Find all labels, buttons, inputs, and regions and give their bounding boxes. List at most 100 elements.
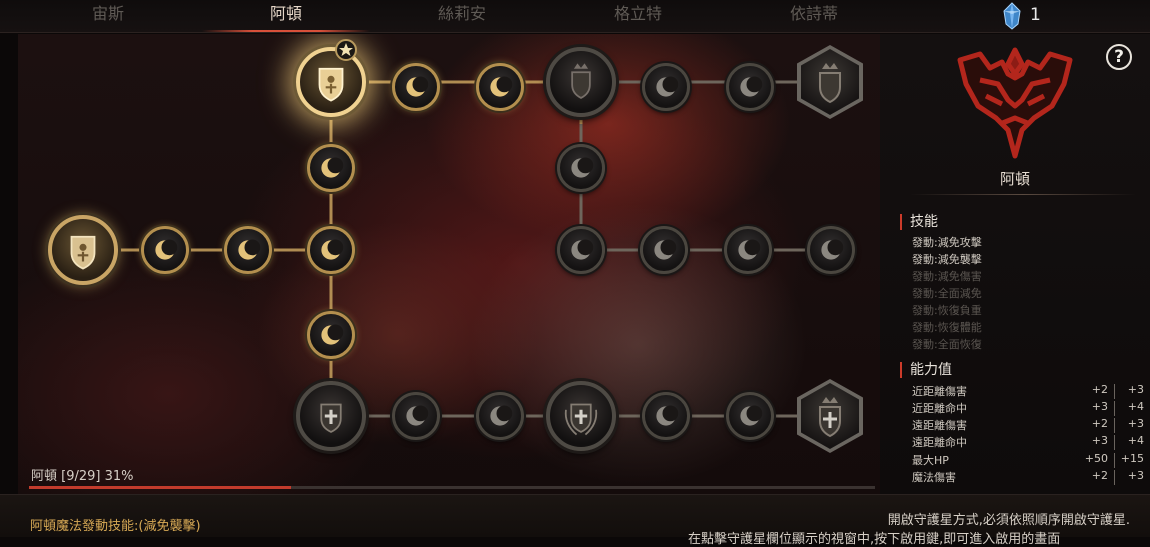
crescent-moon-icon (321, 239, 344, 260)
star-badge-icon (335, 39, 357, 61)
skill-item: 發動:全面減免 (912, 287, 982, 300)
crescent-moon-icon (406, 76, 429, 97)
stat-current: +2 (1091, 383, 1108, 396)
stat-current: +3 (1091, 434, 1108, 447)
stat-separator (1114, 453, 1115, 468)
stat-next: +15 (1120, 452, 1144, 465)
bottom-bar: 阿頓魔法發動技能:(減免襲擊) 開啟守護星方式,必須依照順序開啟守護星. 在點擊… (0, 494, 1150, 547)
stat-next: +3 (1127, 417, 1144, 430)
crescent-moon-icon (155, 239, 178, 260)
info-panel: ? 阿頓 技能 發動:減免攻擊 發動:減免襲擊 發動:減免傷害 發動:全面減免 … (880, 34, 1150, 494)
stat-current: +50 (1084, 452, 1108, 465)
stat-current: +2 (1091, 417, 1108, 430)
tab-aton[interactable]: 阿頓 (198, 0, 374, 32)
blue-crystal-icon (1003, 2, 1021, 30)
progress-label: 阿頓 [9/29] 31% (31, 469, 134, 484)
crescent-moon-icon (738, 239, 761, 260)
stat-separator (1114, 418, 1115, 433)
crescent-moon-icon (406, 405, 429, 426)
stat-current: +3 (1091, 400, 1108, 413)
stat-current: +2 (1091, 469, 1108, 482)
progress-fill (29, 486, 292, 489)
crescent-moon-icon (821, 239, 844, 260)
shield-emblem-icon (318, 67, 344, 102)
stat-row: 遠距離命中 +3 +4 (912, 434, 1144, 451)
aton-constellation-node[interactable] (296, 47, 366, 117)
crescent-moon-icon (571, 239, 594, 260)
tab-zeus[interactable]: 宙斯 (20, 0, 196, 32)
stat-separator (1114, 401, 1115, 416)
constellation-node[interactable] (557, 226, 605, 274)
crescent-moon-icon (571, 157, 594, 178)
cross-shield-icon (320, 403, 342, 433)
constellation-node[interactable] (807, 226, 855, 274)
active-skill-text: 阿頓魔法發動技能:(減免襲擊) (30, 519, 201, 534)
stat-next: +3 (1127, 383, 1144, 396)
crescent-moon-icon (654, 239, 677, 260)
start-emblem-node[interactable] (48, 215, 118, 285)
constellation-node[interactable] (724, 226, 772, 274)
constellation-node[interactable] (557, 144, 605, 192)
constellation-node[interactable] (476, 392, 524, 440)
stat-separator (1114, 470, 1115, 485)
crescent-moon-icon (740, 76, 763, 97)
constellation-node[interactable] (726, 63, 774, 111)
stat-row: 遠距離傷害 +2 +3 (912, 417, 1144, 434)
skill-item: 發動:恢復體能 (912, 321, 982, 334)
skill-item: 發動:恢復負重 (912, 304, 982, 317)
wreath-cross-icon (564, 403, 598, 436)
aton-emblem-icon (957, 47, 1073, 159)
skill-item: 發動:全面恢復 (912, 338, 982, 351)
crescent-moon-icon (656, 405, 679, 426)
tab-silian[interactable]: 絲莉安 (374, 0, 550, 32)
stat-row: 魔法傷害 +2 +3 (912, 469, 1144, 486)
crown-shield-icon (571, 63, 591, 99)
crown-emblem-node[interactable] (546, 47, 616, 117)
constellation-tree (18, 34, 880, 494)
constellation-node[interactable] (141, 226, 189, 274)
currency-count: 1 (1030, 5, 1041, 25)
god-name: 阿頓 (999, 170, 1030, 188)
stat-row: 近距離傷害 +2 +3 (912, 383, 1144, 400)
cross-shield-node[interactable] (296, 381, 366, 451)
hint-text: 在點擊守護星欄位顯示的視窗中,按下啟用鍵,即可進入啟用的畫面 (688, 532, 1061, 547)
help-button[interactable]: ? (1106, 44, 1132, 70)
constellation-node[interactable] (307, 311, 355, 359)
constellation-node[interactable] (642, 63, 690, 111)
constellation-node[interactable] (307, 226, 355, 274)
constellation-node[interactable] (307, 144, 355, 192)
constellation-node[interactable] (224, 226, 272, 274)
constellation-node[interactable] (640, 226, 688, 274)
crescent-moon-icon (490, 405, 513, 426)
divider (910, 194, 1136, 195)
crescent-moon-icon (656, 76, 679, 97)
stat-row: 近距離命中 +3 +4 (912, 400, 1144, 417)
skill-item: 發動:減免攻擊 (912, 236, 982, 249)
stat-next: +4 (1127, 400, 1144, 413)
progress-bar (29, 486, 875, 489)
tab-gelite[interactable]: 格立特 (550, 0, 726, 32)
skill-item: 發動:減免傷害 (912, 270, 982, 283)
constellation-node[interactable] (726, 392, 774, 440)
wreath-shield-node[interactable] (546, 381, 616, 451)
skills-title: 技能 (900, 214, 938, 230)
tab-bar: 宙斯 阿頓 絲莉安 格立特 依詩蒂 1 (0, 0, 1150, 33)
crescent-moon-icon (238, 239, 261, 260)
crescent-moon-icon (321, 157, 344, 178)
tab-yishidi[interactable]: 依詩蒂 (726, 0, 902, 32)
stats-title: 能力值 (900, 362, 952, 378)
stat-separator (1114, 384, 1115, 399)
constellation-node[interactable] (392, 63, 440, 111)
stat-next: +3 (1127, 469, 1144, 482)
constellation-node[interactable] (476, 63, 524, 111)
crescent-moon-icon (740, 405, 763, 426)
skill-item: 發動:減免襲擊 (912, 253, 982, 266)
stat-separator (1114, 435, 1115, 450)
stat-row: 最大HP +50 +15 (912, 452, 1144, 469)
constellation-node[interactable] (642, 392, 690, 440)
hint-text: 開啟守護星方式,必須依照順序開啟守護星. (887, 513, 1130, 528)
crescent-moon-icon (490, 76, 513, 97)
crescent-moon-icon (321, 324, 344, 345)
constellation-node[interactable] (392, 392, 440, 440)
shield-emblem-icon (70, 235, 96, 270)
